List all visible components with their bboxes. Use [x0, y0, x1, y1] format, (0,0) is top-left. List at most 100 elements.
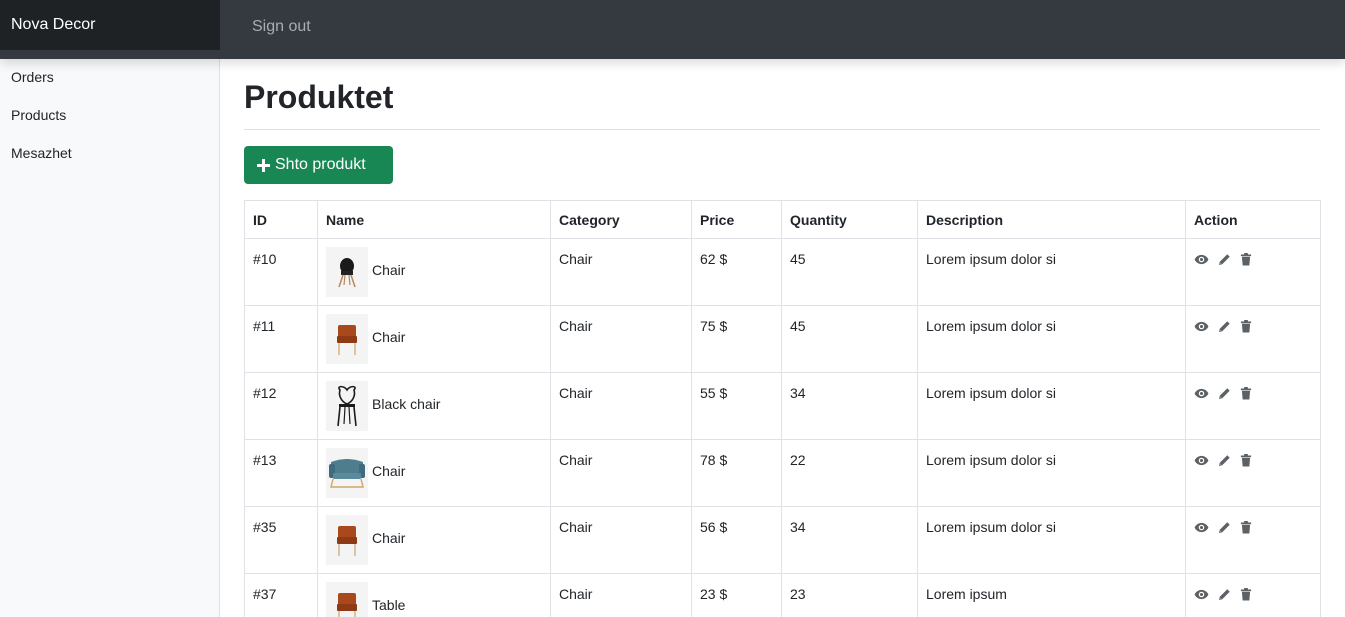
trash-icon[interactable]: [1240, 588, 1252, 601]
product-name: Table: [372, 597, 406, 613]
pencil-icon[interactable]: [1218, 454, 1231, 467]
main-content: Produktet Shto produkt ID Name Category …: [244, 59, 1321, 617]
cell-description: Lorem ipsum dolor si: [917, 439, 1186, 507]
cell-id: #12: [244, 372, 318, 440]
column-header-name[interactable]: Name: [317, 200, 551, 239]
product-name: Chair: [372, 329, 406, 345]
trash-icon[interactable]: [1240, 320, 1252, 333]
pencil-icon[interactable]: [1218, 320, 1231, 333]
eye-icon[interactable]: [1194, 321, 1209, 332]
eye-icon[interactable]: [1194, 522, 1209, 533]
product-name: Black chair: [372, 396, 441, 412]
cell-price: 55 $: [691, 372, 782, 440]
product-name: Chair: [372, 262, 406, 278]
sidebar: Orders Products Mesazhet: [0, 59, 220, 617]
table-row: #12 Black chair Chair 55 $ 34 Lorem ipsu…: [244, 372, 1321, 440]
add-product-label: Shto produkt: [275, 156, 366, 173]
column-header-id[interactable]: ID: [244, 200, 318, 239]
product-thumbnail: [326, 448, 368, 498]
products-table: ID Name Category Price Quantity Descript…: [244, 200, 1321, 617]
table-row: #13 Chair Chair 78 $ 22 Lorem ipsum dolo…: [244, 439, 1321, 507]
cell-description: Lorem ipsum: [917, 573, 1186, 617]
cell-actions: [1185, 506, 1321, 574]
cell-id: #35: [244, 506, 318, 574]
table-row: #37 Table Chair 23 $ 23 Lorem ipsum: [244, 573, 1321, 617]
cell-actions: [1185, 372, 1321, 440]
product-thumbnail: [326, 381, 368, 431]
cell-quantity: 45: [781, 238, 918, 306]
cell-quantity: 22: [781, 439, 918, 507]
cell-name: Black chair: [317, 372, 551, 440]
table-row: #35 Chair Chair 56 $ 34 Lorem ipsum dolo…: [244, 506, 1321, 574]
table-row: #10 Chair Chair 62 $ 45 Lorem ipsum dolo…: [244, 238, 1321, 306]
table-row: #11 Chair Chair 75 $ 45 Lorem ipsum dolo…: [244, 305, 1321, 373]
cell-description: Lorem ipsum dolor si: [917, 372, 1186, 440]
cell-category: Chair: [550, 506, 692, 574]
product-thumbnail: [326, 247, 368, 297]
cell-category: Chair: [550, 573, 692, 617]
cell-price: 78 $: [691, 439, 782, 507]
pencil-icon[interactable]: [1218, 521, 1231, 534]
cell-price: 23 $: [691, 573, 782, 617]
cell-quantity: 23: [781, 573, 918, 617]
trash-icon[interactable]: [1240, 454, 1252, 467]
cell-price: 75 $: [691, 305, 782, 373]
cell-category: Chair: [550, 372, 692, 440]
pencil-icon[interactable]: [1218, 588, 1231, 601]
column-header-action: Action: [1185, 200, 1321, 239]
eye-icon[interactable]: [1194, 254, 1209, 265]
plus-icon: [257, 158, 270, 172]
table-header-row: ID Name Category Price Quantity Descript…: [244, 200, 1321, 239]
cell-id: #10: [244, 238, 318, 306]
cell-id: #13: [244, 439, 318, 507]
cell-category: Chair: [550, 439, 692, 507]
eye-icon[interactable]: [1194, 388, 1209, 399]
product-name: Chair: [372, 463, 406, 479]
title-divider: [244, 129, 1320, 130]
cell-id: #37: [244, 573, 318, 617]
eye-icon[interactable]: [1194, 589, 1209, 600]
cell-price: 62 $: [691, 238, 782, 306]
cell-name: Chair: [317, 238, 551, 306]
pencil-icon[interactable]: [1218, 253, 1231, 266]
cell-category: Chair: [550, 238, 692, 306]
sidebar-item-mesazhet[interactable]: Mesazhet: [0, 134, 219, 172]
cell-description: Lorem ipsum dolor si: [917, 238, 1186, 306]
page-title: Produktet: [244, 79, 394, 115]
cell-category: Chair: [550, 305, 692, 373]
cell-id: #11: [244, 305, 318, 373]
column-header-description[interactable]: Description: [917, 200, 1186, 239]
cell-description: Lorem ipsum dolor si: [917, 305, 1186, 373]
cell-name: Chair: [317, 506, 551, 574]
cell-name: Chair: [317, 305, 551, 373]
cell-price: 56 $: [691, 506, 782, 574]
cell-description: Lorem ipsum dolor si: [917, 506, 1186, 574]
brand-logo[interactable]: Nova Decor: [0, 0, 220, 50]
product-name: Chair: [372, 530, 406, 546]
eye-icon[interactable]: [1194, 455, 1209, 466]
trash-icon[interactable]: [1240, 387, 1252, 400]
cell-actions: [1185, 573, 1321, 617]
sign-out-link[interactable]: Sign out: [252, 0, 311, 53]
top-navbar: Nova Decor Sign out: [0, 0, 1345, 59]
cell-actions: [1185, 238, 1321, 306]
cell-actions: [1185, 439, 1321, 507]
cell-name: Table: [317, 573, 551, 617]
cell-name: Chair: [317, 439, 551, 507]
column-header-price[interactable]: Price: [691, 200, 782, 239]
sidebar-item-orders[interactable]: Orders: [0, 58, 219, 96]
cell-quantity: 34: [781, 506, 918, 574]
cell-quantity: 45: [781, 305, 918, 373]
product-thumbnail: [326, 515, 368, 565]
trash-icon[interactable]: [1240, 253, 1252, 266]
product-thumbnail: [326, 314, 368, 364]
add-product-button[interactable]: Shto produkt: [244, 146, 393, 184]
product-thumbnail: [326, 582, 368, 617]
column-header-quantity[interactable]: Quantity: [781, 200, 918, 239]
cell-quantity: 34: [781, 372, 918, 440]
trash-icon[interactable]: [1240, 521, 1252, 534]
sidebar-item-products[interactable]: Products: [0, 96, 219, 134]
cell-actions: [1185, 305, 1321, 373]
pencil-icon[interactable]: [1218, 387, 1231, 400]
column-header-category[interactable]: Category: [550, 200, 692, 239]
